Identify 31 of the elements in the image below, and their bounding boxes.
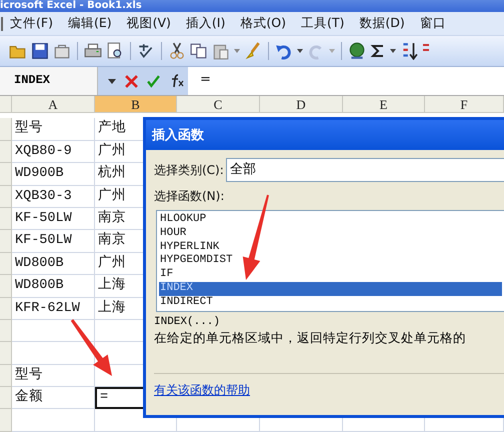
table-cell: 型号: [12, 118, 95, 141]
table-cell: 金额: [12, 387, 95, 410]
table-cell: KF-50LW: [12, 208, 95, 230]
column-header[interactable]: E: [343, 96, 425, 114]
menu-item[interactable]: 插入(I): [186, 15, 226, 32]
table-cell: 型号: [12, 364, 95, 388]
column-header[interactable]: C: [177, 96, 260, 114]
function-list-item[interactable]: INDEX: [159, 282, 502, 296]
menu-item[interactable]: 窗口: [420, 15, 446, 32]
window-title: icrosoft Excel - Book1.xls: [0, 0, 143, 12]
table-cell: WD800B: [12, 252, 95, 276]
formula-field[interactable]: =: [188, 67, 504, 95]
function-description: 在给定的单元格区域中，返回特定行列交叉处单元格的: [154, 330, 467, 347]
table-cell: XQB30-3: [12, 186, 95, 208]
table-cell: KFR-62LW: [12, 298, 95, 320]
menu-item[interactable]: 视图(V): [126, 15, 171, 32]
column-header[interactable]: A: [12, 96, 95, 114]
category-dropdown[interactable]: 全部: [226, 158, 504, 182]
menu-item[interactable]: 工具(T): [300, 15, 344, 32]
menu-item[interactable]: 格式(O): [240, 15, 286, 32]
column-header[interactable]: B: [95, 96, 177, 114]
menu-item[interactable]: 数据(D): [359, 15, 405, 32]
table-cell: XQB80-9: [12, 140, 95, 164]
column-header[interactable]: F: [425, 96, 504, 114]
name-box[interactable]: INDEX: [0, 67, 98, 95]
table-cell: WD900B: [12, 163, 95, 186]
table-cell: KF-50LW: [12, 230, 95, 253]
table-cell: WD800B: [12, 275, 95, 298]
column-header[interactable]: D: [260, 96, 343, 114]
menu-item[interactable]: 编辑(E): [68, 15, 112, 32]
menu-item[interactable]: 文件(F): [10, 15, 53, 32]
